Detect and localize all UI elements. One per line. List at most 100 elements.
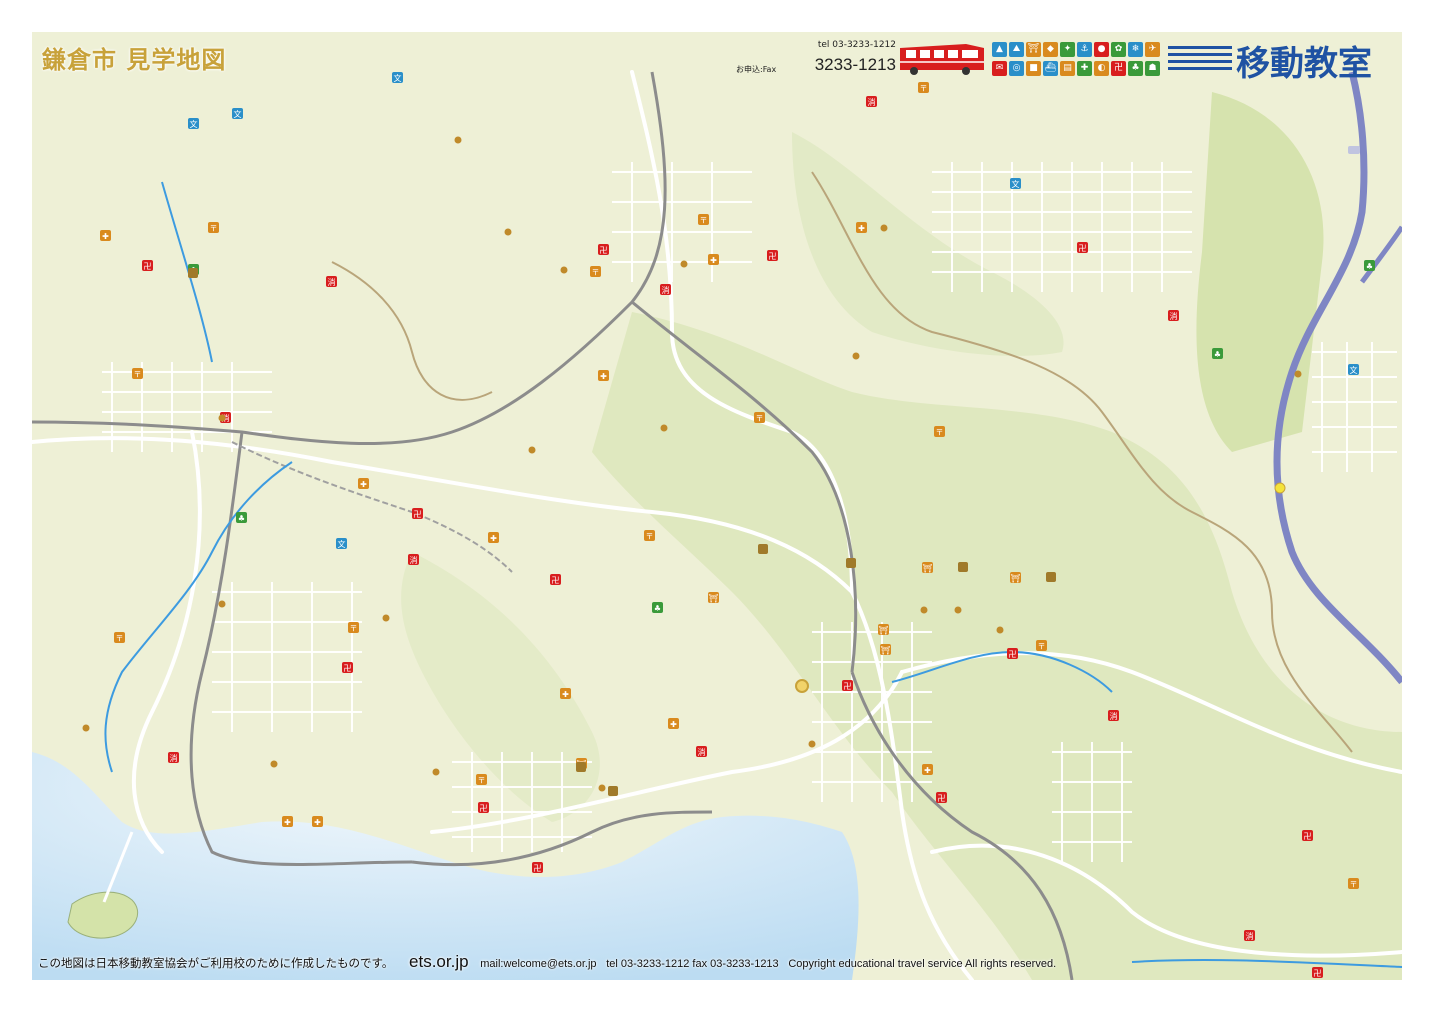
hospital-icon[interactable]: ✚	[856, 222, 867, 233]
post-office-icon[interactable]: 〒	[114, 632, 125, 643]
post-office-icon[interactable]: 〒	[348, 622, 359, 633]
temple-icon[interactable]: 卍	[1007, 648, 1018, 659]
park-icon[interactable]: ♣	[652, 602, 663, 613]
site-marker[interactable]	[880, 224, 888, 232]
school-icon[interactable]: 文	[336, 538, 347, 549]
fire-station-icon[interactable]: 消	[866, 96, 877, 107]
map-canvas[interactable]: 卍 卍 卍 卍 卍 卍 卍 卍 卍 卍 卍 卍 卍 卍 消 消 消 消 消 消 …	[32, 32, 1402, 980]
site-marker[interactable]	[454, 136, 462, 144]
hospital-icon[interactable]: ✚	[100, 230, 111, 241]
hospital-icon[interactable]: ✚	[598, 370, 609, 381]
site-marker[interactable]	[528, 446, 536, 454]
temple-icon[interactable]: 卍	[142, 260, 153, 271]
museum-icon[interactable]	[188, 268, 198, 278]
hospital-icon[interactable]: ✚	[708, 254, 719, 265]
svg-text:文: 文	[234, 109, 242, 119]
shrine-icon[interactable]: ⛩	[708, 592, 719, 603]
site-marker[interactable]	[218, 600, 226, 608]
post-office-icon[interactable]: 〒	[476, 774, 487, 785]
footer-site-link[interactable]: ets.or.jp	[409, 952, 469, 972]
site-marker[interactable]	[680, 260, 688, 268]
post-office-icon[interactable]: 〒	[698, 214, 709, 225]
shrine-icon[interactable]: ⛩	[878, 624, 889, 635]
temple-icon[interactable]: 卍	[936, 792, 947, 803]
site-marker[interactable]	[852, 352, 860, 360]
fire-station-icon[interactable]: 消	[168, 752, 179, 763]
hospital-icon[interactable]: ✚	[922, 764, 933, 775]
fire-station-icon[interactable]: 消	[1108, 710, 1119, 721]
museum-icon[interactable]	[608, 786, 618, 796]
temple-icon[interactable]: 卍	[598, 244, 609, 255]
fire-station-icon[interactable]: 消	[660, 284, 671, 295]
map-frame[interactable]: 卍 卍 卍 卍 卍 卍 卍 卍 卍 卍 卍 卍 卍 卍 消 消 消 消 消 消 …	[32, 32, 1402, 980]
site-marker[interactable]	[504, 228, 512, 236]
temple-icon[interactable]: 卍	[842, 680, 853, 691]
temple-icon[interactable]: 卍	[412, 508, 423, 519]
site-marker[interactable]	[598, 784, 606, 792]
post-office-icon[interactable]: 〒	[590, 266, 601, 277]
hospital-icon[interactable]: ✚	[488, 532, 499, 543]
school-icon[interactable]: 文	[232, 108, 243, 119]
post-office-icon[interactable]: 〒	[132, 368, 143, 379]
post-office-icon[interactable]: 〒	[754, 412, 765, 423]
mountain-icon: ▲	[992, 42, 1007, 57]
great-buddha-marker[interactable]	[795, 679, 809, 693]
temple-icon[interactable]: 卍	[767, 250, 778, 261]
fire-station-icon[interactable]: 消	[696, 746, 707, 757]
post-office-icon[interactable]: 〒	[934, 426, 945, 437]
fire-station-icon[interactable]: 消	[1244, 930, 1255, 941]
site-marker[interactable]	[660, 424, 668, 432]
site-marker[interactable]	[218, 414, 226, 422]
site-marker[interactable]	[382, 614, 390, 622]
museum-icon[interactable]	[758, 544, 768, 554]
temple-icon[interactable]: 卍	[478, 802, 489, 813]
shrine-icon[interactable]: ⛩	[880, 644, 891, 655]
temple-icon[interactable]: 卍	[532, 862, 543, 873]
school-icon[interactable]: 文	[392, 72, 403, 83]
park-icon[interactable]: ♣	[1212, 348, 1223, 359]
museum-icon[interactable]	[576, 762, 586, 772]
hospital-icon[interactable]: ✚	[668, 718, 679, 729]
park-icon[interactable]: ♣	[1364, 260, 1375, 271]
interchange-marker[interactable]	[1274, 482, 1286, 494]
museum-icon[interactable]	[1046, 572, 1056, 582]
site-marker[interactable]	[808, 740, 816, 748]
school-icon[interactable]: 文	[188, 118, 199, 129]
station-marker[interactable]	[1348, 146, 1360, 154]
hospital-icon[interactable]: ✚	[312, 816, 323, 827]
museum-icon[interactable]	[846, 558, 856, 568]
fire-station-icon[interactable]: 消	[326, 276, 337, 287]
fire-station-icon[interactable]: 消	[1168, 310, 1179, 321]
post-office-icon[interactable]: 〒	[644, 530, 655, 541]
footer-mail-link[interactable]: mail:welcome@ets.or.jp	[480, 958, 596, 970]
temple-icon[interactable]: 卍	[550, 574, 561, 585]
site-marker[interactable]	[432, 768, 440, 776]
school-icon[interactable]: 文	[1010, 178, 1021, 189]
shrine-icon[interactable]: ⛩	[1010, 572, 1021, 583]
temple-icon[interactable]: 卍	[1077, 242, 1088, 253]
school-icon[interactable]: 文	[1348, 364, 1359, 375]
svg-text:✚: ✚	[710, 256, 717, 265]
site-marker[interactable]	[270, 760, 278, 768]
hospital-icon[interactable]: ✚	[358, 478, 369, 489]
site-marker[interactable]	[954, 606, 962, 614]
post-office-icon[interactable]: 〒	[208, 222, 219, 233]
temple-icon[interactable]: 卍	[1312, 967, 1323, 978]
museum-icon[interactable]	[958, 562, 968, 572]
site-marker[interactable]	[996, 626, 1004, 634]
site-marker[interactable]	[82, 724, 90, 732]
site-marker[interactable]	[920, 606, 928, 614]
hospital-icon[interactable]: ✚	[560, 688, 571, 699]
fire-station-icon[interactable]: 消	[408, 554, 419, 565]
temple-icon[interactable]: 卍	[1302, 830, 1313, 841]
shrine-icon[interactable]: ⛩	[922, 562, 933, 573]
svg-text:✚: ✚	[360, 480, 367, 489]
temple-icon[interactable]: 卍	[342, 662, 353, 673]
park-icon[interactable]: ♣	[236, 512, 247, 523]
hospital-icon[interactable]: ✚	[282, 816, 293, 827]
site-marker[interactable]	[560, 266, 568, 274]
post-office-icon[interactable]: 〒	[1348, 878, 1359, 889]
post-office-icon[interactable]: 〒	[1036, 640, 1047, 651]
site-marker[interactable]	[1294, 370, 1302, 378]
post-office-icon[interactable]: 〒	[918, 82, 929, 93]
